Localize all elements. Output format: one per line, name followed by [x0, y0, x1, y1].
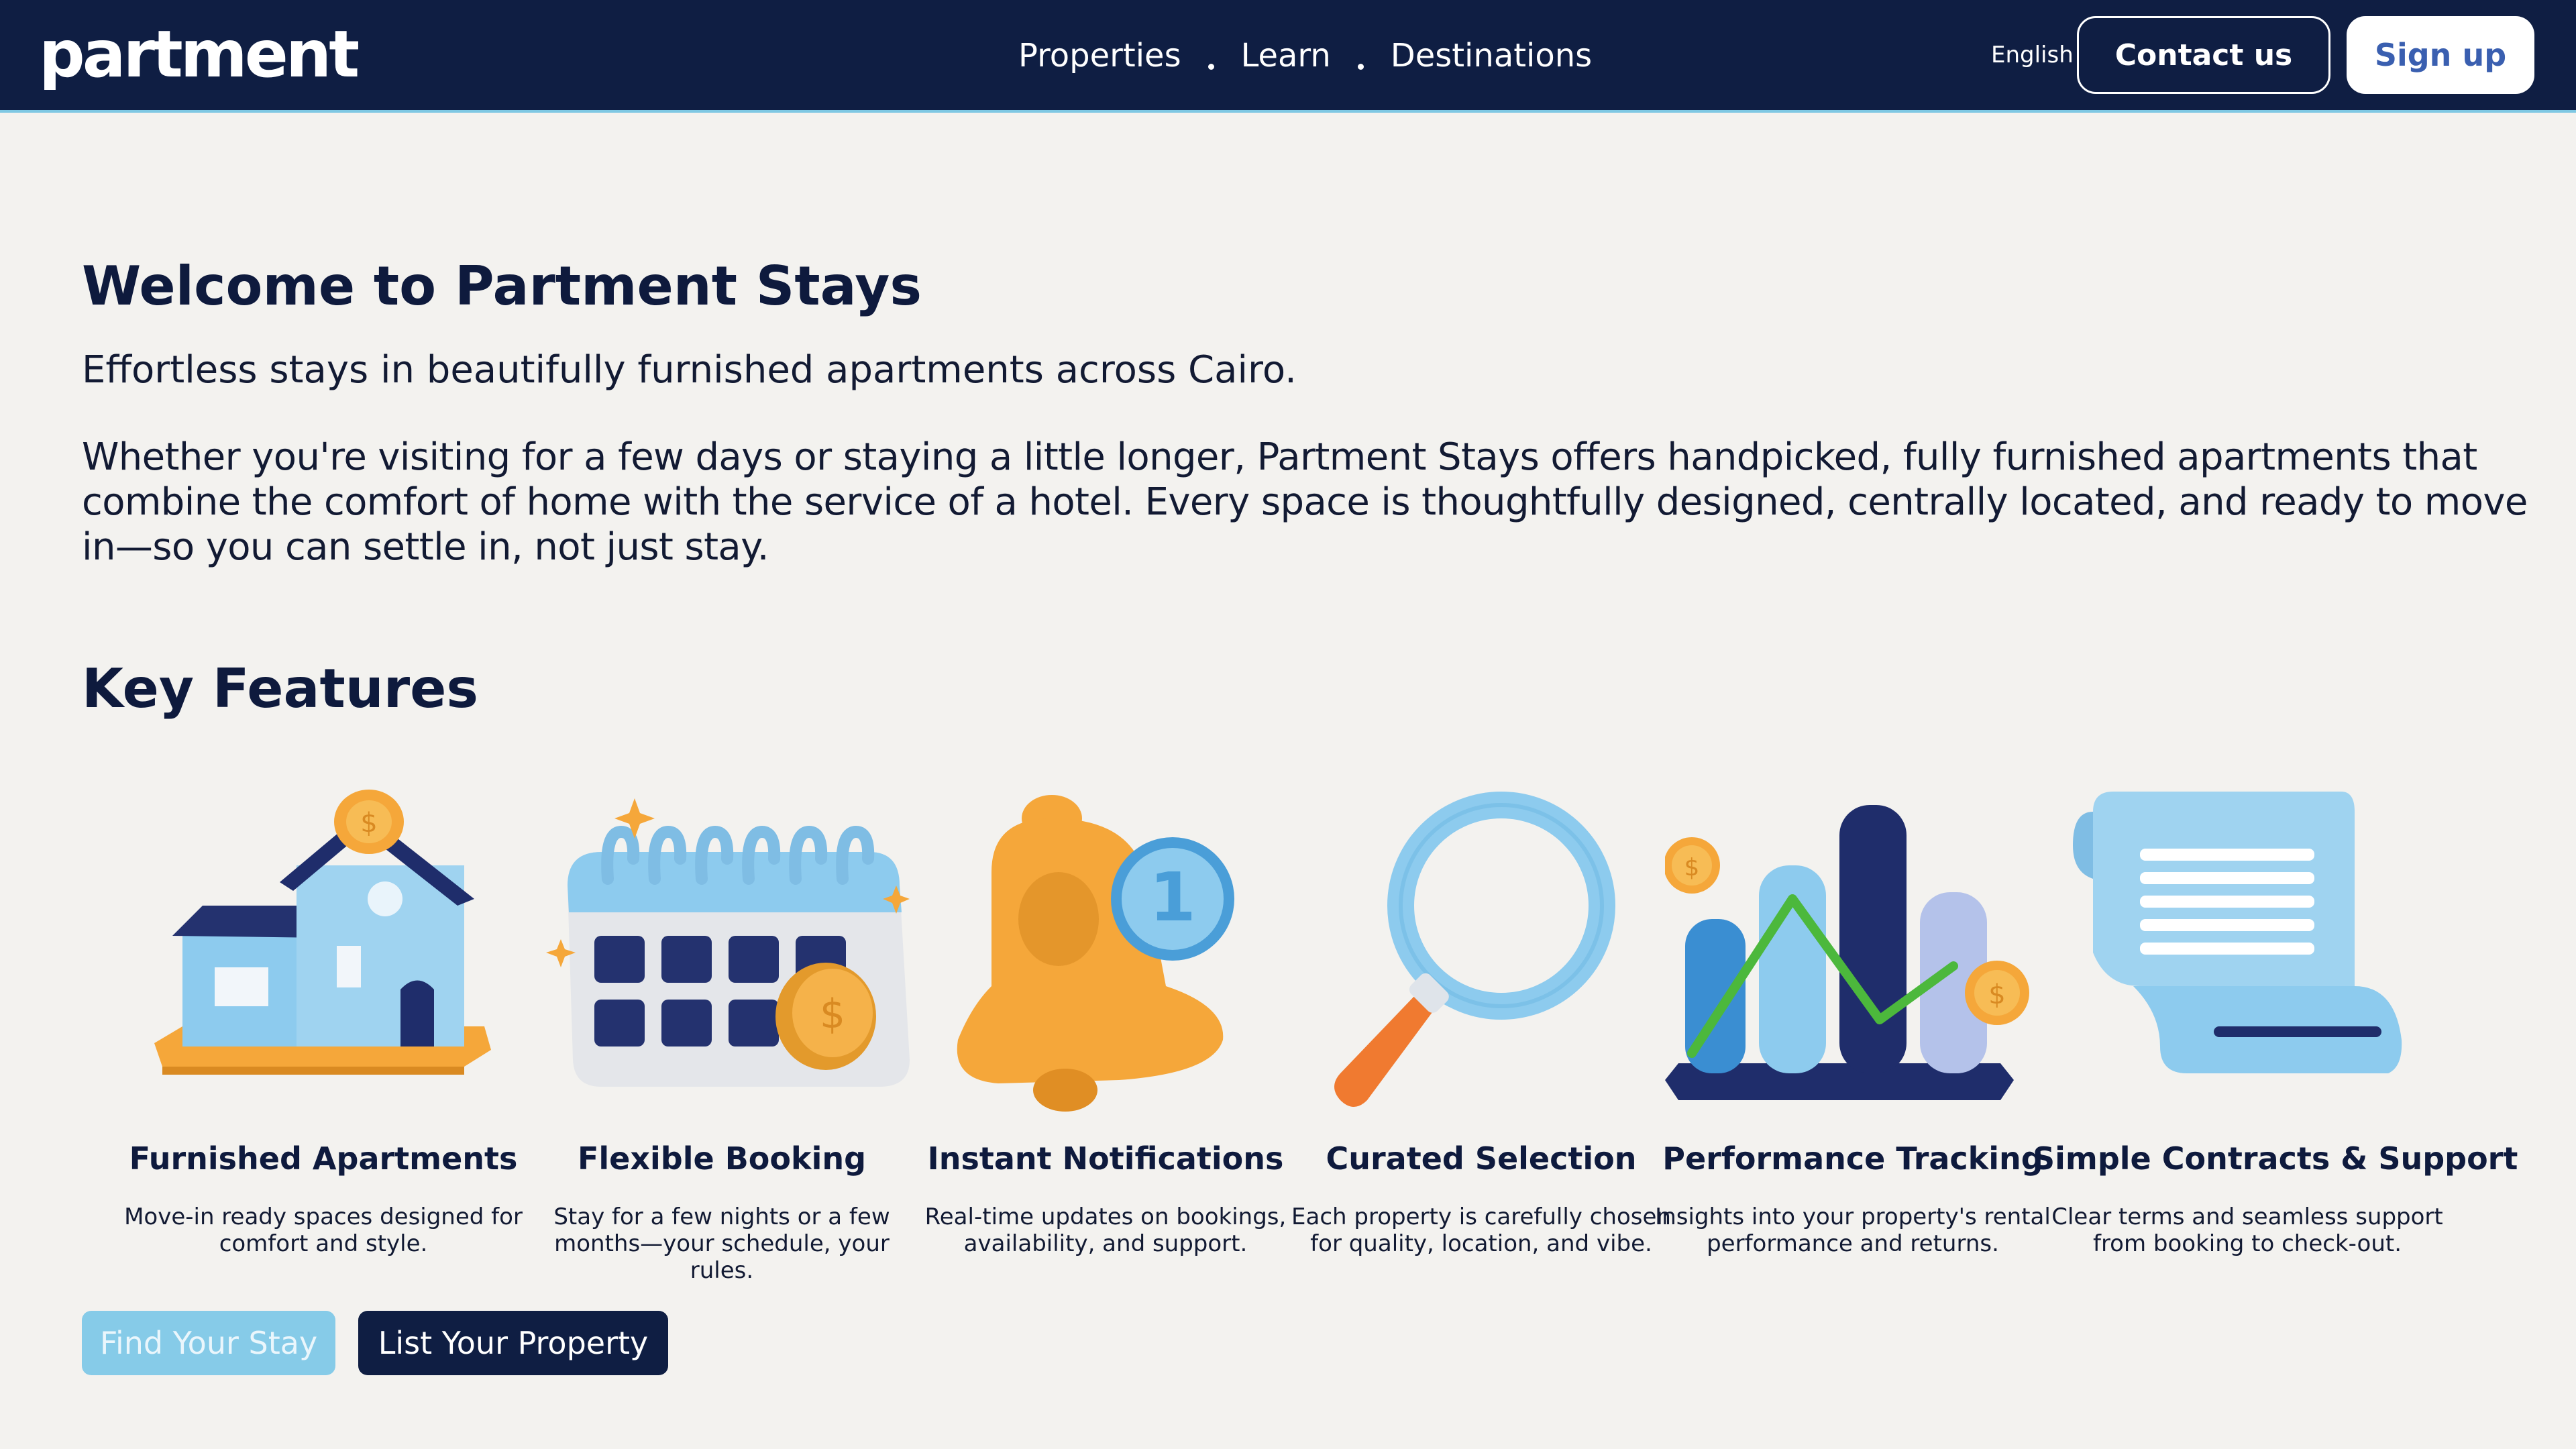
notification-badge: 1: [1149, 858, 1196, 936]
feature-title: Instant Notifications: [927, 1140, 1284, 1177]
feature-instant-notifications: 1 Instant Notifications Real-time update…: [918, 785, 1293, 1257]
feature-simple-contracts: Simple Contracts & Support Clear terms a…: [2033, 785, 2518, 1257]
bar-chart-icon: $ $: [1665, 805, 2029, 1100]
bell-icon: 1: [957, 795, 1234, 1112]
feature-performance-tracking: $ $ Performance Tracking Insights into y…: [1655, 785, 2051, 1257]
calendar-icon: $: [546, 798, 910, 1087]
svg-text:$: $: [360, 808, 377, 839]
magnifier-icon: [1334, 792, 1615, 1107]
page-title: Welcome to Partment Stays: [82, 255, 922, 317]
main-nav: Properties Learn Destinations: [1018, 32, 1592, 79]
hero-paragraph: Whether you're visiting for a few days o…: [82, 435, 2528, 569]
feature-description: Stay for a few nights or a few months—yo…: [553, 1203, 890, 1284]
hero-subtitle: Effortless stays in beautifully furnishe…: [82, 348, 1297, 392]
svg-text:$: $: [820, 991, 845, 1038]
svg-text:$: $: [1684, 854, 1700, 881]
key-features-title: Key Features: [82, 657, 479, 720]
feature-description: Real-time updates on bookings, availabil…: [924, 1203, 1287, 1257]
find-your-stay-button[interactable]: Find Your Stay: [82, 1311, 335, 1375]
svg-text:$: $: [1988, 979, 2005, 1010]
feature-furnished-apartments: $ Furnished Apartments Move-in ready spa…: [124, 785, 523, 1257]
nav-learn[interactable]: Learn: [1241, 37, 1331, 74]
feature-description: Move-in ready spaces designed for comfor…: [124, 1203, 523, 1257]
feature-flexible-booking: $ Flexible Booking Stay for a few nights…: [534, 785, 910, 1284]
contract-scroll-icon: [2073, 792, 2402, 1073]
feature-description: Insights into your property's rental per…: [1655, 1203, 2051, 1257]
partment-logo[interactable]: partment: [39, 17, 360, 91]
feature-description: Each property is carefully chosen for qu…: [1291, 1203, 1671, 1257]
feature-title: Furnished Apartments: [129, 1140, 518, 1177]
feature-title: Flexible Booking: [577, 1140, 867, 1177]
feature-curated-selection: Curated Selection Each property is caref…: [1291, 785, 1671, 1257]
contact-us-button[interactable]: Contact us: [2077, 16, 2330, 94]
nav-separator: [1357, 63, 1364, 70]
nav-separator: [1208, 63, 1214, 70]
house-icon: $: [154, 790, 491, 1075]
feature-description: Clear terms and seamless support from bo…: [2051, 1203, 2443, 1257]
list-your-property-button[interactable]: List Your Property: [358, 1311, 668, 1375]
feature-title: Simple Contracts & Support: [2033, 1140, 2518, 1177]
sign-up-button[interactable]: Sign up: [2347, 16, 2534, 94]
nav-destinations[interactable]: Destinations: [1391, 37, 1592, 74]
nav-properties[interactable]: Properties: [1018, 37, 1181, 74]
feature-title: Performance Tracking: [1662, 1140, 2043, 1177]
feature-title: Curated Selection: [1326, 1140, 1637, 1177]
site-header: partment Properties Learn Destinations E…: [0, 0, 2576, 113]
language-selector[interactable]: English: [1991, 42, 2074, 68]
